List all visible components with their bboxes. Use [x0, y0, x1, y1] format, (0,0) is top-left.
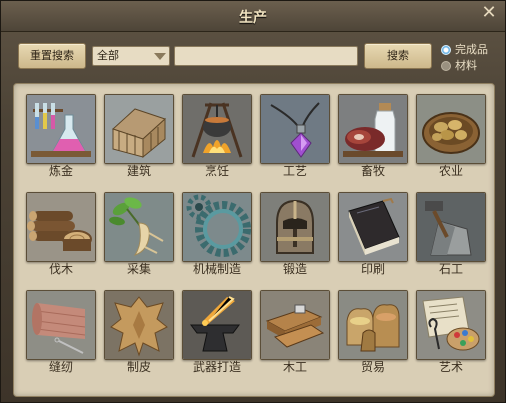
category-art[interactable]: 艺术 — [416, 290, 486, 376]
trade-goods-icon — [338, 290, 408, 360]
category-label: 炼金 — [48, 164, 73, 178]
book-icon — [338, 192, 408, 262]
category-label: 建筑 — [126, 164, 151, 178]
category-label: 伐木 — [48, 262, 73, 276]
category-label: 武器打造 — [192, 360, 241, 374]
search-input[interactable] — [174, 46, 358, 66]
title-bar[interactable]: 生产 ✕ — [1, 1, 505, 32]
close-icon[interactable]: ✕ — [479, 3, 499, 23]
radio-selected-icon — [441, 45, 451, 55]
category-label: 制皮 — [126, 360, 151, 374]
category-label: 艺术 — [438, 360, 463, 374]
filter-label-finished: 完成品 — [455, 43, 488, 56]
category-label: 采集 — [126, 262, 151, 276]
category-label: 烹饪 — [204, 164, 229, 178]
art-palette-icon — [416, 290, 486, 360]
filter-label-material: 材料 — [455, 59, 477, 72]
category-sewing[interactable]: 缝纫 — [26, 290, 96, 376]
category-label: 畜牧 — [360, 164, 385, 178]
category-alchemy[interactable]: 炼金 — [26, 94, 96, 180]
alchemy-flask-icon — [26, 94, 96, 164]
reset-search-button[interactable]: 重置搜索 — [18, 43, 86, 69]
animal-hide-icon — [104, 290, 174, 360]
category-husbandry[interactable]: 畜牧 — [338, 94, 408, 180]
category-carpentry[interactable]: 木工 — [260, 290, 330, 376]
category-smithing[interactable]: 锻造 — [260, 192, 330, 278]
category-label: 农业 — [438, 164, 463, 178]
category-label: 石工 — [438, 262, 463, 276]
category-logging[interactable]: 伐木 — [26, 192, 96, 278]
cooking-pot-icon — [182, 94, 252, 164]
category-cooking[interactable]: 烹饪 — [182, 94, 252, 180]
cloth-roll-icon — [26, 290, 96, 360]
search-button[interactable]: 搜索 — [364, 43, 432, 69]
filter-radio-finished[interactable]: 完成品 — [441, 43, 488, 57]
radio-unselected-icon — [441, 61, 451, 71]
gear-icon — [182, 192, 252, 262]
category-select[interactable]: 全部 — [92, 46, 170, 66]
window-title: 生产 — [239, 10, 267, 26]
search-toolbar: 重置搜索 全部 搜索 完成品 材料 — [18, 43, 490, 73]
anvil-sword-icon — [182, 290, 252, 360]
category-architecture[interactable]: 建筑 — [104, 94, 174, 180]
category-leatherwork[interactable]: 制皮 — [104, 290, 174, 376]
amulet-icon — [260, 94, 330, 164]
chevron-down-icon — [154, 53, 166, 60]
category-handicraft[interactable]: 工艺 — [260, 94, 330, 180]
category-gathering[interactable]: 采集 — [104, 192, 174, 278]
category-label: 贸易 — [360, 360, 385, 374]
stone-hammer-icon — [416, 192, 486, 262]
helmet-icon — [260, 192, 330, 262]
category-label: 机械制造 — [192, 262, 241, 276]
category-label: 锻造 — [282, 262, 307, 276]
category-printing[interactable]: 印刷 — [338, 192, 408, 278]
category-label: 缝纫 — [48, 360, 73, 374]
category-label: 木工 — [282, 360, 307, 374]
category-weaponsmithing[interactable]: 武器打造 — [182, 290, 252, 376]
filter-radio-material[interactable]: 材料 — [441, 59, 477, 73]
log-pile-icon — [26, 192, 96, 262]
herb-root-icon — [104, 192, 174, 262]
category-masonry[interactable]: 石工 — [416, 192, 486, 278]
category-machinery[interactable]: 机械制造 — [182, 192, 252, 278]
carpentry-wood-icon — [260, 290, 330, 360]
category-select-value: 全部 — [97, 49, 119, 62]
category-label: 印刷 — [360, 262, 385, 276]
production-window: 生产 ✕ 重置搜索 全部 搜索 完成品 材料 炼金 建筑 烹饪 工艺 畜牧 农业… — [0, 0, 506, 403]
building-frame-icon — [104, 94, 174, 164]
meat-milk-icon — [338, 94, 408, 164]
category-trade[interactable]: 贸易 — [338, 290, 408, 376]
category-label: 工艺 — [282, 164, 307, 178]
potato-basket-icon — [416, 94, 486, 164]
category-agriculture[interactable]: 农业 — [416, 94, 486, 180]
category-grid: 炼金 建筑 烹饪 工艺 畜牧 农业 伐木 采集 机械制造 锻造 印刷 石工 缝纫… — [13, 83, 495, 397]
